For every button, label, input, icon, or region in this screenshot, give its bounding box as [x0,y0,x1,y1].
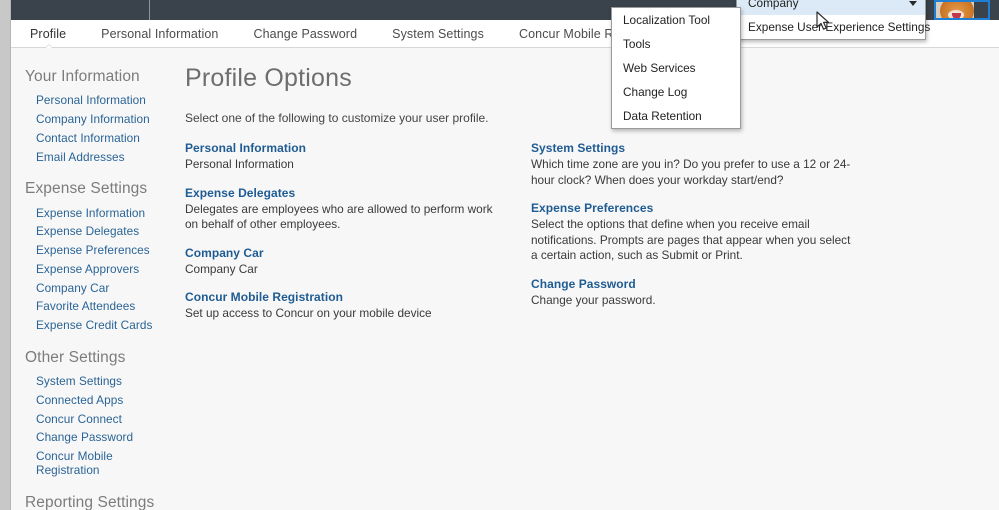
sidebar-heading-reporting-settings: Reporting Settings [25,493,155,510]
tab-profile[interactable]: Profile [30,26,87,54]
sidebar-item-expense-preferences[interactable]: Expense Preferences [25,241,179,260]
tab-system-settings[interactable]: System Settings [392,27,505,41]
sidebar-item-company-car[interactable]: Company Car [25,278,179,297]
option-company-car-link[interactable]: Company Car [185,246,531,260]
option-expense-delegates-desc: Delegates are employees who are allowed … [185,201,493,232]
menu-item-data-retention[interactable]: Data Retention [612,104,740,128]
menu-item-localization-tool[interactable]: Localization Tool [612,8,740,32]
options-columns: Personal Information Personal Informatio… [185,125,989,335]
tab-personal-information-label: Personal Information [101,26,219,41]
sidebar-item-concur-connect[interactable]: Concur Connect [25,409,179,428]
option-personal-information-desc: Personal Information [185,157,294,171]
top-bar-divider [149,0,150,20]
option-concur-mobile-registration: Concur Mobile Registration Set up access… [185,290,531,322]
sidebar-item-concur-mobile-registration[interactable]: Concur Mobile Registration [25,447,179,480]
option-expense-delegates-link[interactable]: Expense Delegates [185,186,531,200]
sidebar-item-change-password[interactable]: Change Password [25,428,179,447]
sidebar-group-expense-settings: Expense Settings Expense Information Exp… [25,172,179,334]
menu-item-expense-user-experience-settings[interactable]: Expense User Experience Settings [737,15,930,39]
sidebar-item-email-addresses[interactable]: Email Addresses [25,147,179,166]
menu-item-web-services[interactable]: Web Services [612,56,740,80]
option-system-settings-desc: Which time zone are you in? Do you prefe… [531,157,851,187]
sidebar-heading-expense-settings: Expense Settings [25,180,148,198]
browser-left-scroll-strip[interactable] [0,0,11,510]
option-system-settings: System Settings Which time zone are you … [531,141,877,188]
option-change-password: Change Password Change your password. [531,277,877,309]
avatar-photo-detail-2 [952,13,961,18]
sidebar-item-connected-apps[interactable]: Connected Apps [25,390,179,409]
menu-item-localization-tool-label: Localization Tool [623,13,711,27]
option-concur-mobile-registration-link[interactable]: Concur Mobile Registration [185,290,531,304]
tab-personal-information[interactable]: Personal Information [101,27,239,41]
company-submenu: Localization Tool Tools Web Services Cha… [611,7,741,129]
option-company-car-desc: Company Car [185,261,258,276]
menu-item-tools[interactable]: Tools [612,32,740,56]
sidebar-heading-your-information: Your Information [25,68,140,85]
options-column-right: System Settings Which time zone are you … [531,141,877,335]
chevron-down-icon [909,1,917,6]
menu-item-change-log-label: Change Log [623,85,688,99]
option-change-password-desc: Change your password. [531,292,656,307]
sidebar-item-expense-approvers[interactable]: Expense Approvers [25,259,179,278]
sidebar-group-reporting-settings: Reporting Settings Notification Settings [25,486,179,510]
option-expense-preferences: Expense Preferences Select the options t… [531,201,877,264]
menu-item-tools-label: Tools [623,37,651,51]
options-column-left: Personal Information Personal Informatio… [185,141,531,335]
tab-change-password[interactable]: Change Password [253,27,378,41]
sidebar-item-company-information[interactable]: Company Information [25,110,179,129]
sidebar-item-contact-information[interactable]: Contact Information [25,129,179,148]
avatar-edge-mask [974,2,988,18]
intro-text: Select one of the following to customize… [185,111,489,125]
sidebar-item-expense-credit-cards[interactable]: Expense Credit Cards [25,316,179,335]
option-concur-mobile-registration-desc: Set up access to Concur on your mobile d… [185,306,432,320]
menu-item-web-services-label: Web Services [623,61,696,75]
sidebar-item-favorite-attendees[interactable]: Favorite Attendees [25,297,179,316]
main-content: Profile Options Select one of the follow… [185,48,989,335]
menu-item-expense-user-experience-settings-label: Expense User Experience Settings [748,20,931,34]
option-change-password-link[interactable]: Change Password [531,277,877,291]
option-personal-information: Personal Information Personal Informatio… [185,141,531,173]
sidebar-item-expense-delegates[interactable]: Expense Delegates [25,222,179,241]
option-expense-delegates: Expense Delegates Delegates are employee… [185,186,531,233]
option-expense-preferences-link[interactable]: Expense Preferences [531,201,877,215]
sidebar-heading-other-settings: Other Settings [25,348,126,366]
menu-item-company-label: Company [748,0,799,10]
sidebar-item-system-settings[interactable]: System Settings [25,372,179,391]
avatar[interactable] [934,0,990,20]
tab-system-settings-label: System Settings [392,26,484,41]
option-expense-preferences-desc: Select the options that define when you … [531,217,851,262]
tab-change-password-label: Change Password [253,26,358,41]
sidebar: Your Information Personal Information Co… [11,48,179,510]
profile-options-page: Profile Personal Information Change Pass… [0,0,999,510]
administration-dropdown-menu: Company Expense User Experience Settings [736,0,930,40]
menu-item-data-retention-label: Data Retention [623,109,702,123]
menu-item-change-log[interactable]: Change Log [612,80,740,104]
sidebar-item-expense-information[interactable]: Expense Information [25,203,179,222]
option-company-car: Company Car Company Car [185,246,531,278]
page-title: Profile Options [185,64,352,92]
option-system-settings-link[interactable]: System Settings [531,141,877,155]
sidebar-group-your-information: Your Information Personal Information Co… [25,60,179,166]
tab-profile-label: Profile [30,26,67,41]
sidebar-group-other-settings: Other Settings System Settings Connected… [25,341,179,480]
menu-item-company[interactable]: Company [737,0,925,15]
page-body: Your Information Personal Information Co… [11,48,999,510]
sidebar-item-personal-information[interactable]: Personal Information [25,91,179,110]
option-personal-information-link[interactable]: Personal Information [185,141,531,155]
